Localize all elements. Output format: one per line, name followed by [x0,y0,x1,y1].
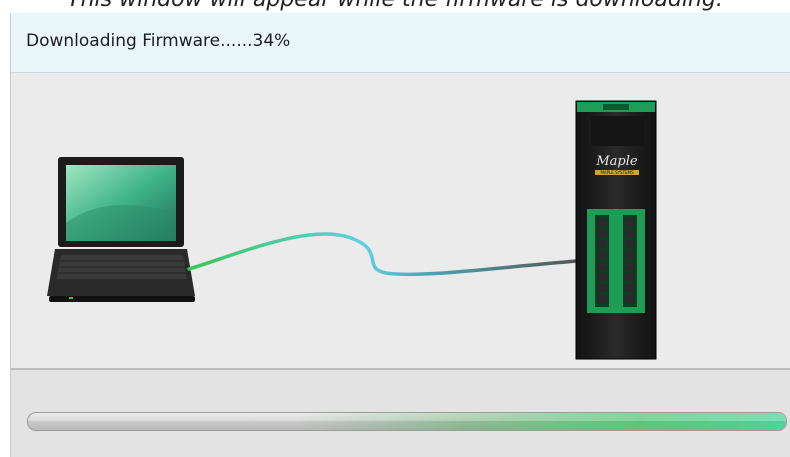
illustration-canvas: Maple MAPLE SYSTEMS [47,100,657,360]
plc-controller-icon: Maple MAPLE SYSTEMS [575,100,657,360]
download-dialog: Downloading Firmware......34% Maple MAPL… [10,13,790,457]
instruction-caption: This window will appear while the firmwa… [0,0,790,13]
usb-cable-icon [187,232,579,277]
dialog-titlebar: Downloading Firmware......34% [11,13,790,73]
progress-shine [28,413,786,421]
dialog-title: Downloading Firmware......34% [26,31,291,51]
progress-area [11,368,790,457]
device-brand-logo: Maple [595,154,638,169]
download-progress-bar [27,412,787,431]
download-illustration: Maple MAPLE SYSTEMS [11,73,790,368]
device-brand-subtext: MAPLE SYSTEMS [600,170,634,175]
laptop-icon [47,157,195,302]
